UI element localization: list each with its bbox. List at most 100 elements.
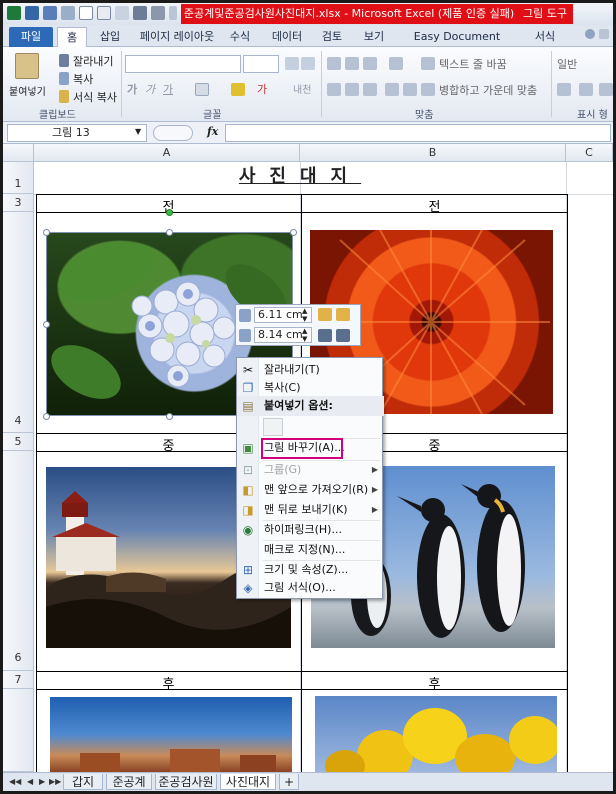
align-center-icon[interactable]	[345, 83, 359, 96]
column-header-c[interactable]: C	[566, 144, 613, 162]
row-header-4[interactable]: 4	[3, 212, 34, 433]
menu-item-hyperlink[interactable]: ◉ 하이퍼링크(H)...	[237, 520, 384, 540]
row-header-8[interactable]	[3, 689, 34, 772]
resize-handle[interactable]	[290, 229, 297, 236]
row-header-1[interactable]: 1	[3, 162, 34, 194]
percent-icon[interactable]	[579, 83, 593, 96]
redo-icon[interactable]	[61, 6, 75, 20]
menu-item-bring-to-front[interactable]: ◧ 맨 앞으로 가져오기(R) ▶	[237, 480, 384, 500]
merge-center-button[interactable]: 병합하고 가운데 맞춤	[439, 82, 537, 98]
send-backward-icon[interactable]	[336, 308, 350, 321]
excel-logo-icon[interactable]	[7, 6, 21, 20]
row-header-5[interactable]: 5	[3, 433, 34, 451]
sheet-tab-1[interactable]: 갑지	[63, 774, 103, 790]
menu-item-size-properties[interactable]: ⊞ 크기 및 속성(Z)...	[237, 560, 384, 580]
tab-data[interactable]: 데이터	[267, 27, 307, 47]
shrink-font-icon[interactable]	[301, 57, 315, 70]
resize-handle[interactable]	[43, 321, 50, 328]
width-spinner-icon[interactable]: ▲ ▼	[302, 327, 307, 343]
paste-button[interactable]: 붙여넣기	[9, 83, 46, 98]
align-middle-icon[interactable]	[345, 57, 359, 70]
tab-review[interactable]: 검토	[317, 27, 347, 47]
formula-splitter-handle[interactable]	[153, 125, 193, 141]
grow-font-icon[interactable]	[285, 57, 299, 70]
fx-icon[interactable]: fx	[207, 125, 218, 138]
currency-icon[interactable]	[557, 83, 571, 96]
bold-button[interactable]: 가	[127, 81, 137, 97]
print-icon[interactable]	[151, 6, 165, 20]
cut-button[interactable]: 잘라내기	[73, 53, 113, 69]
photo-canyon[interactable]	[50, 697, 292, 772]
crop-icon[interactable]	[318, 329, 332, 342]
borders-icon[interactable]	[195, 83, 209, 96]
next-sheet-icon[interactable]: ▶	[39, 777, 45, 786]
align-left-icon[interactable]	[327, 83, 341, 96]
insert-sheet-icon[interactable]: +	[279, 774, 299, 790]
sheet-tab-active[interactable]: 사진대지	[220, 774, 276, 790]
photo-tulips[interactable]	[315, 696, 557, 772]
italic-button[interactable]: 가	[145, 81, 155, 97]
customize-qat-icon[interactable]	[169, 6, 177, 20]
tab-file[interactable]: 파일	[9, 27, 53, 47]
rotate-handle[interactable]	[166, 209, 173, 216]
copy-button[interactable]: 복사	[73, 71, 93, 87]
column-header-a[interactable]: A	[34, 144, 300, 162]
menu-item-copy[interactable]: ❐ 복사(C)	[237, 378, 384, 398]
height-spinner-icon[interactable]: ▲ ▼	[302, 307, 307, 323]
name-box-dropdown-icon[interactable]: ▼	[135, 127, 141, 136]
row-header-6[interactable]: 6	[3, 451, 34, 671]
wrap-text-button[interactable]: 텍스트 줄 바꿈	[439, 56, 507, 72]
font-size-box[interactable]	[243, 55, 279, 73]
font-name-box[interactable]	[125, 55, 241, 73]
format-painter-button[interactable]: 서식 복사	[73, 89, 117, 105]
sheet-tab-3[interactable]: 준공검사원	[155, 774, 217, 790]
align-bottom-icon[interactable]	[363, 57, 377, 70]
number-format-box[interactable]: 일반	[557, 56, 577, 72]
undo-icon[interactable]	[43, 6, 57, 20]
row-header-7[interactable]: 7	[3, 671, 34, 689]
tab-format[interactable]: 서식	[525, 27, 565, 47]
paste-option-picture-icon[interactable]	[263, 418, 283, 436]
minimize-ribbon-icon[interactable]	[599, 29, 609, 39]
tab-formulas[interactable]: 수식	[225, 27, 255, 47]
font-color-button[interactable]: 가	[257, 81, 267, 97]
prev-sheet-icon[interactable]: ◀	[27, 777, 33, 786]
comma-icon[interactable]	[599, 83, 613, 96]
underline-button[interactable]: 가	[163, 81, 173, 97]
select-all-corner[interactable]	[3, 144, 34, 162]
paste-icon[interactable]	[15, 53, 39, 79]
name-box[interactable]: 그림 13	[7, 124, 147, 142]
resize-handle[interactable]	[43, 413, 50, 420]
save-icon[interactable]	[25, 6, 39, 20]
menu-item-assign-macro[interactable]: 매크로 지정(N)...	[237, 540, 384, 560]
increase-indent-icon[interactable]	[403, 83, 417, 96]
last-sheet-icon[interactable]: ▶▶	[49, 777, 61, 786]
help-icon[interactable]	[585, 29, 595, 39]
fill-color-icon[interactable]	[231, 83, 245, 96]
formula-input[interactable]	[225, 124, 611, 142]
menu-item-send-to-back[interactable]: ◨ 맨 뒤로 보내기(K) ▶	[237, 500, 384, 520]
decrease-indent-icon[interactable]	[385, 83, 399, 96]
phonetic-button[interactable]: 내천	[293, 81, 311, 96]
column-header-b[interactable]: B	[300, 144, 566, 162]
first-sheet-icon[interactable]: ◀◀	[9, 777, 21, 786]
resize-handle[interactable]	[166, 413, 173, 420]
align-top-icon[interactable]	[327, 57, 341, 70]
rotate-icon[interactable]	[336, 329, 350, 342]
tab-view[interactable]: 보기	[359, 27, 389, 47]
menu-item-format-picture[interactable]: ◈ 그림 서식(O)...	[237, 578, 384, 598]
menu-item-cut[interactable]: ✂ 잘라내기(T)	[237, 360, 384, 380]
tab-home[interactable]: 홈	[57, 27, 87, 47]
resize-handle[interactable]	[43, 229, 50, 236]
row-header-3[interactable]: 3	[3, 194, 34, 212]
tab-page-layout[interactable]: 페이지 레이아웃	[135, 27, 219, 47]
tab-easy-document-creator[interactable]: Easy Document Creator	[399, 27, 515, 63]
orientation-icon[interactable]	[389, 57, 403, 70]
checkbox-icon[interactable]	[79, 6, 93, 20]
new-file-icon[interactable]	[97, 6, 111, 20]
align-right-icon[interactable]	[363, 83, 377, 96]
sheet-tab-2[interactable]: 준공계	[106, 774, 152, 790]
camera-icon[interactable]	[133, 6, 147, 20]
print-preview-icon[interactable]	[115, 6, 129, 20]
bring-forward-icon[interactable]	[318, 308, 332, 321]
